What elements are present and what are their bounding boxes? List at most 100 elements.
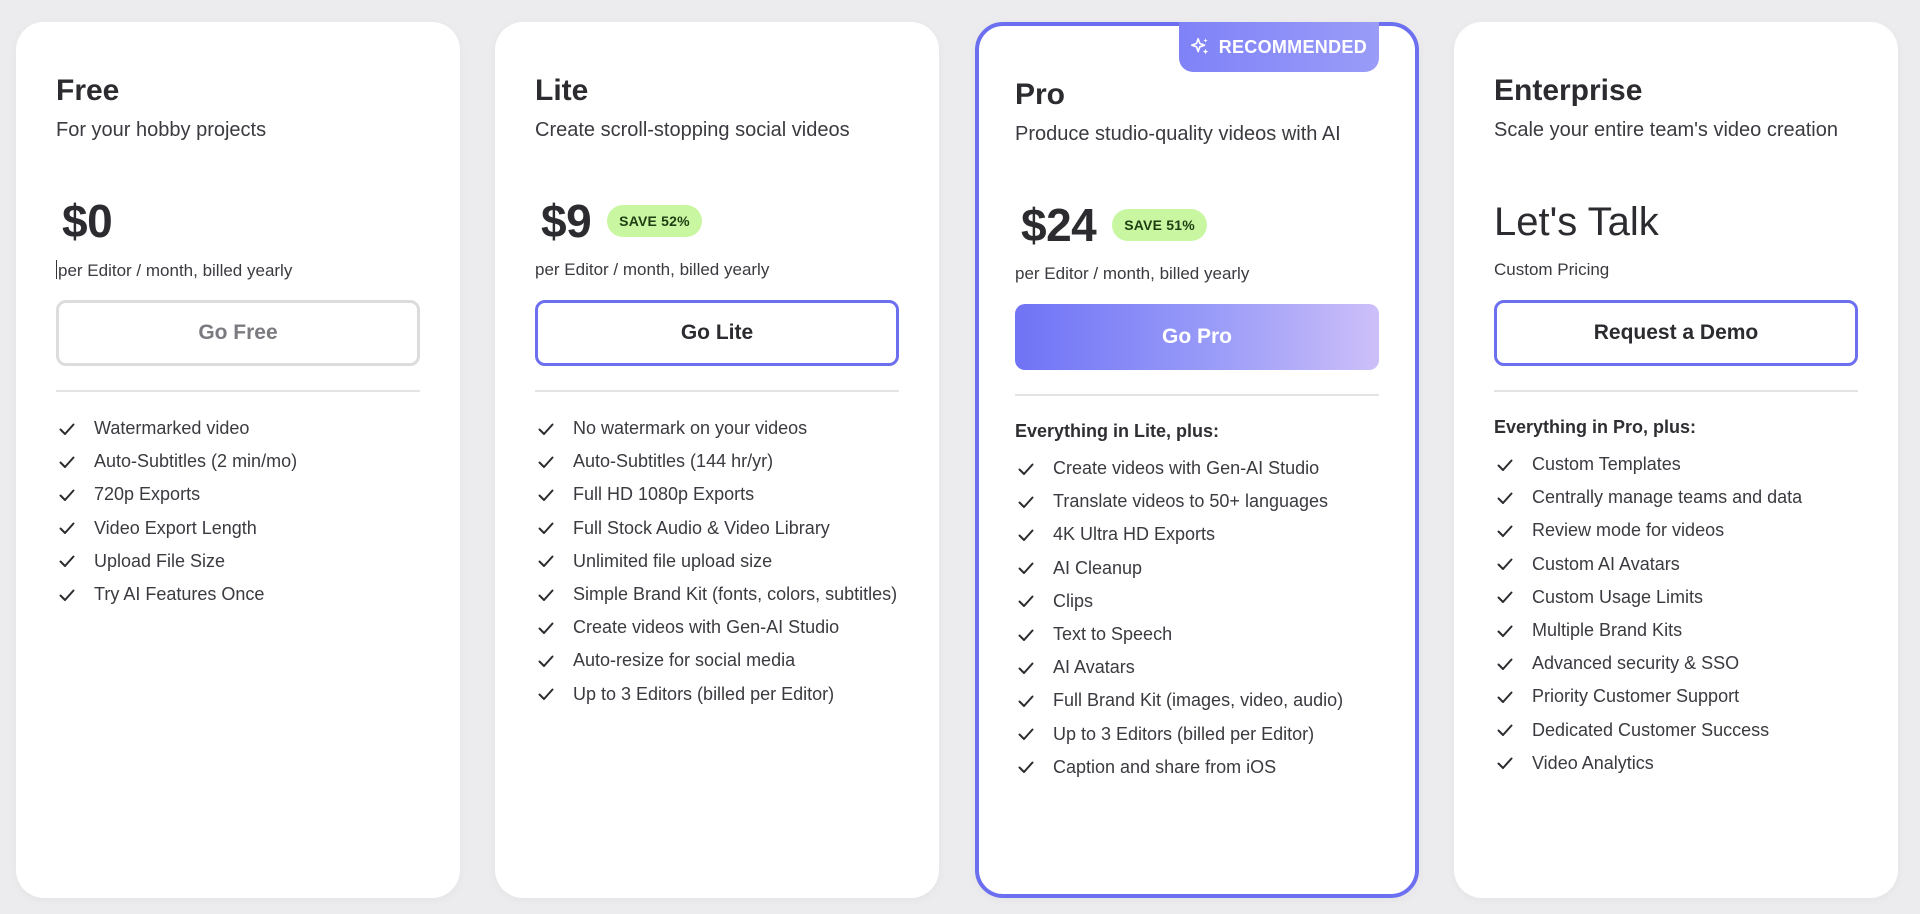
feature-label: Priority Customer Support xyxy=(1532,686,1740,707)
feature-item: Full Stock Audio & Video Library xyxy=(535,512,899,545)
text-caret xyxy=(56,260,57,279)
divider xyxy=(56,390,420,392)
feature-item: Up to 3 Editors (billed per Editor) xyxy=(1015,718,1379,751)
feature-label: Up to 3 Editors (billed per Editor) xyxy=(1053,723,1315,744)
check-icon xyxy=(1497,558,1513,571)
sparkle-icon xyxy=(1190,37,1208,55)
feature-item: No watermark on your videos xyxy=(535,412,899,445)
check-icon xyxy=(1018,463,1034,475)
billing-text: per Editor / month, billed yearly xyxy=(58,261,293,280)
feature-item: Clips xyxy=(1015,585,1379,618)
feature-label: Review mode for videos xyxy=(1532,520,1725,541)
pricing-plans: Free For your hobby projects $0 per Edit… xyxy=(0,0,1920,914)
divider xyxy=(1494,390,1858,392)
check-icon xyxy=(59,522,75,535)
divider xyxy=(535,390,899,392)
plan-tagline: For your hobby projects xyxy=(56,119,267,141)
check-icon xyxy=(538,522,554,535)
feature-item: Caption and share from iOS xyxy=(1015,751,1379,784)
feature-label: 720p Exports xyxy=(94,484,201,505)
feature-item: Priority Customer Support xyxy=(1494,680,1858,713)
plan-name: Lite xyxy=(535,74,589,107)
badge-label: RECOMMENDED xyxy=(1218,36,1367,57)
feature-item: Auto-resize for social media xyxy=(535,644,899,677)
feature-label: Advanced security & SSO xyxy=(1532,653,1740,674)
feature-item: Multiple Brand Kits xyxy=(1494,614,1858,647)
plan-price: $9 xyxy=(541,195,592,247)
feature-item: Full HD 1080p Exports xyxy=(535,478,899,511)
plan-card-enterprise: Enterprise Scale your entire team's vide… xyxy=(1454,22,1898,898)
feature-item: Video Analytics xyxy=(1494,747,1858,780)
feature-label: Multiple Brand Kits xyxy=(1532,620,1683,641)
feature-label: Auto-Subtitles (144 hr/yr) xyxy=(573,451,774,472)
feature-item: Translate videos to 50+ languages xyxy=(1015,485,1379,518)
divider xyxy=(1015,394,1379,396)
feature-label: Dedicated Customer Success xyxy=(1532,719,1770,740)
billing-note: per Editor / month, billed yearly xyxy=(535,260,770,279)
feature-label: Try AI Features Once xyxy=(94,584,265,605)
check-icon xyxy=(1018,629,1034,641)
feature-label: Caption and share from iOS xyxy=(1053,756,1277,777)
check-icon xyxy=(1497,691,1513,703)
feature-label: Create videos with Gen-AI Studio xyxy=(573,617,840,638)
feature-item: Text to Speech xyxy=(1015,618,1379,651)
feature-label: Unlimited file upload size xyxy=(573,550,773,571)
feature-label: Custom Templates xyxy=(1532,454,1681,475)
feature-label: No watermark on your videos xyxy=(573,418,808,439)
check-icon xyxy=(538,688,554,701)
feature-label: Watermarked video xyxy=(94,418,250,439)
check-icon xyxy=(538,655,554,667)
check-icon xyxy=(1018,662,1034,674)
features-heading: Everything in Pro, plus: xyxy=(1494,417,1697,437)
check-icon xyxy=(59,555,75,568)
feature-list: Create videos with Gen-AI Studio Translat… xyxy=(1015,452,1379,784)
recommended-badge: RECOMMENDED xyxy=(1178,22,1379,72)
check-icon xyxy=(538,456,554,468)
feature-label: Create videos with Gen-AI Studio xyxy=(1053,458,1320,479)
feature-label: Up to 3 Editors (billed per Editor) xyxy=(573,683,835,704)
feature-label: Centrally manage teams and data xyxy=(1532,487,1803,508)
features-heading: Everything in Lite, plus: xyxy=(1015,421,1220,441)
feature-item: Unlimited file upload size xyxy=(535,545,899,578)
check-icon xyxy=(538,622,554,634)
feature-item: Auto-Subtitles (144 hr/yr) xyxy=(535,445,899,478)
check-icon xyxy=(1018,562,1034,575)
check-icon xyxy=(1497,591,1513,604)
billing-note: per Editor / month, billed yearly xyxy=(56,260,292,281)
feature-item: Watermarked video xyxy=(56,412,420,445)
billing-note: Custom Pricing xyxy=(1494,260,1610,279)
feature-item: Custom AI Avatars xyxy=(1494,548,1858,581)
request-demo-button[interactable]: Request a Demo xyxy=(1494,300,1858,366)
check-icon xyxy=(1018,595,1034,608)
check-icon xyxy=(1497,525,1513,537)
feature-item: 4K Ultra HD Exports xyxy=(1015,518,1379,551)
feature-label: Full Stock Audio & Video Library xyxy=(573,517,830,538)
feature-label: Simple Brand Kit (fonts, colors, subtitl… xyxy=(573,584,898,605)
feature-item: Full Brand Kit (images, video, audio) xyxy=(1015,684,1379,717)
plan-card-free: Free For your hobby projects $0 per Edit… xyxy=(16,22,460,898)
check-icon xyxy=(59,589,75,601)
plan-tagline: Produce studio-quality videos with AI xyxy=(1015,123,1341,145)
feature-label: Translate videos to 50+ languages xyxy=(1053,491,1329,512)
go-free-button[interactable]: Go Free xyxy=(56,300,420,366)
feature-item: Review mode for videos xyxy=(1494,514,1858,547)
plan-price: $24 xyxy=(1021,199,1097,251)
plan-name: Enterprise xyxy=(1494,74,1643,107)
feature-item: Centrally manage teams and data xyxy=(1494,481,1858,514)
plan-tagline: Create scroll-stopping social videos xyxy=(535,119,850,141)
check-icon xyxy=(538,423,554,435)
feature-label: 4K Ultra HD Exports xyxy=(1053,524,1216,545)
feature-item: Create videos with Gen-AI Studio xyxy=(535,611,899,644)
check-icon xyxy=(1497,492,1513,504)
feature-item: Up to 3 Editors (billed per Editor) xyxy=(535,678,899,711)
check-icon xyxy=(1497,459,1513,471)
plan-name: Pro xyxy=(1015,78,1066,111)
go-lite-button[interactable]: Go Lite xyxy=(535,300,899,366)
billing-note: per Editor / month, billed yearly xyxy=(1015,264,1250,283)
feature-item: Video Export Length xyxy=(56,512,420,545)
check-icon xyxy=(1497,724,1513,737)
check-icon xyxy=(59,489,75,501)
go-pro-button[interactable]: Go Pro xyxy=(1015,304,1379,370)
feature-item: Custom Usage Limits xyxy=(1494,581,1858,614)
feature-label: Full Brand Kit (images, video, audio) xyxy=(1053,690,1344,711)
